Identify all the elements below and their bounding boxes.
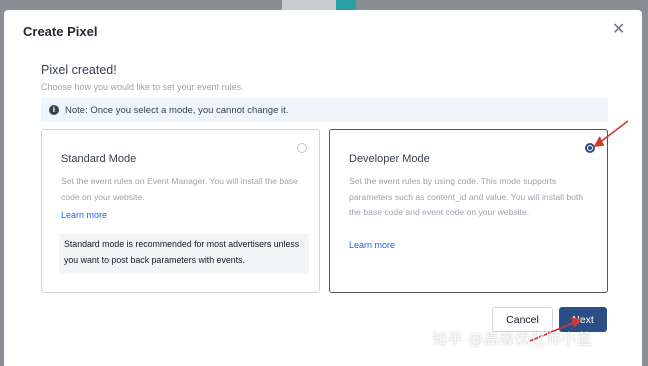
developer-learn-more-link[interactable]: Learn more	[349, 240, 395, 250]
info-icon: i	[49, 105, 59, 115]
pixel-created-heading: Pixel created!	[41, 63, 117, 77]
developer-mode-description: Set the event rules by using code. This …	[349, 176, 584, 217]
note-banner: i Note: Once you select a mode, you cann…	[41, 98, 608, 122]
note-text: Note: Once you select a mode, you cannot…	[65, 104, 289, 116]
developer-mode-title: Developer Mode	[349, 153, 430, 165]
standard-mode-description: Set the event rules on Event Manager. Yo…	[61, 176, 298, 202]
create-pixel-modal: Create Pixel ✕ Pixel created! Choose how…	[4, 10, 642, 366]
standard-learn-more-link[interactable]: Learn more	[61, 210, 107, 220]
mode-subheading: Choose how you would like to set your ev…	[41, 82, 244, 92]
standard-mode-note: Standard mode is recommended for most ad…	[59, 234, 309, 273]
watermark: 知乎 @高级优化师小蓝	[432, 330, 593, 348]
developer-mode-card[interactable]: Developer Mode Set the event rules by us…	[329, 129, 608, 293]
standard-mode-title: Standard Mode	[61, 153, 137, 165]
standard-mode-radio[interactable]	[297, 143, 307, 153]
standard-mode-card[interactable]: Standard Mode Set the event rules on Eve…	[41, 129, 320, 293]
background-strip-accent	[336, 0, 356, 10]
developer-mode-radio[interactable]	[585, 143, 595, 153]
modal-title: Create Pixel	[23, 24, 98, 39]
close-icon[interactable]: ✕	[612, 22, 625, 38]
